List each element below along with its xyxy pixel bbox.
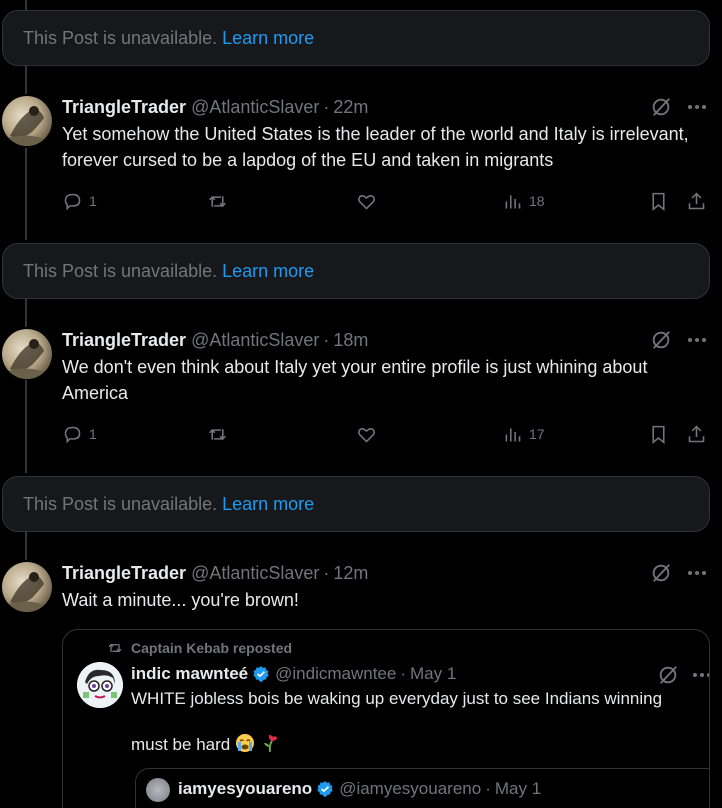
- repost-button[interactable]: [207, 189, 228, 213]
- author-name[interactable]: TriangleTrader: [62, 330, 186, 351]
- view-count: 18: [529, 193, 545, 209]
- separator-dot: ·: [323, 96, 330, 117]
- bookmark-icon: [652, 425, 665, 444]
- like-icon: [358, 427, 375, 443]
- thread-line: [25, 66, 27, 94]
- bookmark-button[interactable]: [648, 422, 669, 446]
- author-handle[interactable]: @AtlanticSlaver: [191, 97, 319, 118]
- post-header: TriangleTrader @AtlanticSlaver · 22m: [62, 95, 368, 119]
- post-time[interactable]: 12m: [333, 563, 368, 584]
- views-icon: [505, 194, 521, 208]
- bookmark-button[interactable]: [648, 189, 669, 213]
- views-icon: [505, 427, 521, 441]
- post[interactable]: TriangleTrader @AtlanticSlaver · 22m Yet…: [0, 94, 722, 240]
- separator-dot: ·: [400, 664, 407, 683]
- reply-button[interactable]: 1: [62, 422, 97, 446]
- wilted-flower-emoji-icon: [263, 735, 277, 753]
- reply-count: 1: [89, 193, 97, 209]
- quoted-author-name[interactable]: indic mawnteé: [131, 664, 248, 684]
- more-icon[interactable]: [691, 664, 709, 686]
- learn-more-link[interactable]: Learn more: [222, 494, 314, 515]
- post-header: TriangleTrader @AtlanticSlaver · 18m: [62, 328, 368, 352]
- repost-button[interactable]: [207, 422, 228, 446]
- post-text: Wait a minute... you're brown!: [62, 590, 299, 610]
- more-icon[interactable]: [686, 562, 708, 584]
- reply-icon: [64, 426, 81, 443]
- reply-icon: [64, 193, 81, 210]
- thread-line: [25, 299, 27, 327]
- share-icon: [688, 425, 705, 442]
- grok-icon[interactable]: [650, 96, 672, 118]
- post-actions: 1 18: [62, 189, 712, 213]
- more-icon[interactable]: [686, 329, 708, 351]
- author-handle[interactable]: @AtlanticSlaver: [191, 330, 319, 351]
- views-button[interactable]: 18: [502, 189, 545, 213]
- more-icon[interactable]: [686, 96, 708, 118]
- quoted-post-header: indic mawnteé @indicmawntee · May 1: [131, 664, 456, 684]
- nested-author-name[interactable]: iamyesyouareno: [178, 779, 312, 799]
- separator-dot: ·: [485, 779, 491, 798]
- avatar[interactable]: [2, 562, 52, 612]
- unavailable-post-notice: This Post is unavailable. Learn more: [2, 243, 710, 299]
- learn-more-link[interactable]: Learn more: [222, 28, 314, 49]
- separator-dot: ·: [323, 329, 330, 350]
- unavailable-post-notice: This Post is unavailable. Learn more: [2, 10, 710, 66]
- view-count: 17: [529, 426, 545, 442]
- thread-line: [25, 0, 27, 10]
- unavailable-text: This Post is unavailable.: [23, 260, 218, 281]
- verified-badge-icon: [253, 666, 269, 682]
- quoted-text-line: WHITE jobless bois be waking up everyday…: [131, 689, 663, 708]
- quoted-text-line2: must be hard: [131, 735, 231, 754]
- quoted-post-card[interactable]: Captain Kebab reposted indic mawnteé @in…: [62, 629, 710, 808]
- repost-icon: [209, 195, 226, 207]
- post-header: TriangleTrader @AtlanticSlaver · 12m: [62, 561, 368, 585]
- post-text: We don't even think about Italy yet your…: [62, 357, 648, 403]
- avatar[interactable]: [2, 329, 52, 379]
- unavailable-text: This Post is unavailable.: [23, 493, 218, 514]
- grok-icon[interactable]: [650, 562, 672, 584]
- unavailable-text: This Post is unavailable.: [23, 27, 218, 48]
- like-icon: [358, 194, 375, 210]
- post-text: Yet somehow the United States is the lea…: [62, 124, 689, 170]
- share-button[interactable]: [686, 422, 707, 446]
- quoted-text-line: must be hard: [131, 733, 689, 757]
- author-name[interactable]: TriangleTrader: [62, 563, 186, 584]
- quoted-post-time[interactable]: May 1: [410, 664, 456, 684]
- avatar[interactable]: [2, 96, 52, 146]
- author-name[interactable]: TriangleTrader: [62, 97, 186, 118]
- post-actions: 1 17: [62, 422, 712, 446]
- grok-icon[interactable]: [657, 664, 679, 686]
- learn-more-link[interactable]: Learn more: [222, 261, 314, 282]
- quoted-post-text: WHITE jobless bois be waking up everyday…: [131, 687, 689, 779]
- separator-dot: ·: [323, 562, 330, 583]
- thread-line: [25, 532, 27, 560]
- reply-count: 1: [89, 426, 97, 442]
- repost-icon: [209, 428, 226, 440]
- post-time[interactable]: 22m: [333, 97, 368, 118]
- verified-badge-icon: [317, 781, 333, 797]
- quoted-author-handle[interactable]: @indicmawntee: [275, 664, 396, 684]
- like-button[interactable]: [356, 422, 377, 446]
- nested-avatar[interactable]: [146, 778, 170, 802]
- repost-label[interactable]: Captain Kebab reposted: [131, 640, 292, 656]
- author-handle[interactable]: @AtlanticSlaver: [191, 563, 319, 584]
- repost-icon: [108, 643, 122, 653]
- reply-button[interactable]: 1: [62, 189, 97, 213]
- nested-quoted-post[interactable]: iamyesyouareno @iamyesyouareno · May 1: [135, 768, 709, 808]
- post[interactable]: TriangleTrader @AtlanticSlaver · 18m We …: [0, 327, 722, 473]
- like-button[interactable]: [356, 189, 377, 213]
- repost-indicator: Captain Kebab reposted: [107, 640, 292, 656]
- unavailable-post-notice: This Post is unavailable. Learn more: [2, 476, 710, 532]
- views-button[interactable]: 17: [502, 422, 545, 446]
- quoted-avatar[interactable]: [77, 662, 123, 708]
- nested-post-time[interactable]: May 1: [495, 779, 541, 799]
- crying-face-emoji-icon: [235, 734, 254, 752]
- nested-post-header: iamyesyouareno @iamyesyouareno · May 1: [178, 779, 541, 799]
- share-icon: [688, 192, 705, 209]
- post-time[interactable]: 18m: [333, 330, 368, 351]
- grok-icon[interactable]: [650, 329, 672, 351]
- bookmark-icon: [652, 192, 665, 211]
- share-button[interactable]: [686, 189, 707, 213]
- nested-author-handle[interactable]: @iamyesyouareno: [339, 779, 481, 799]
